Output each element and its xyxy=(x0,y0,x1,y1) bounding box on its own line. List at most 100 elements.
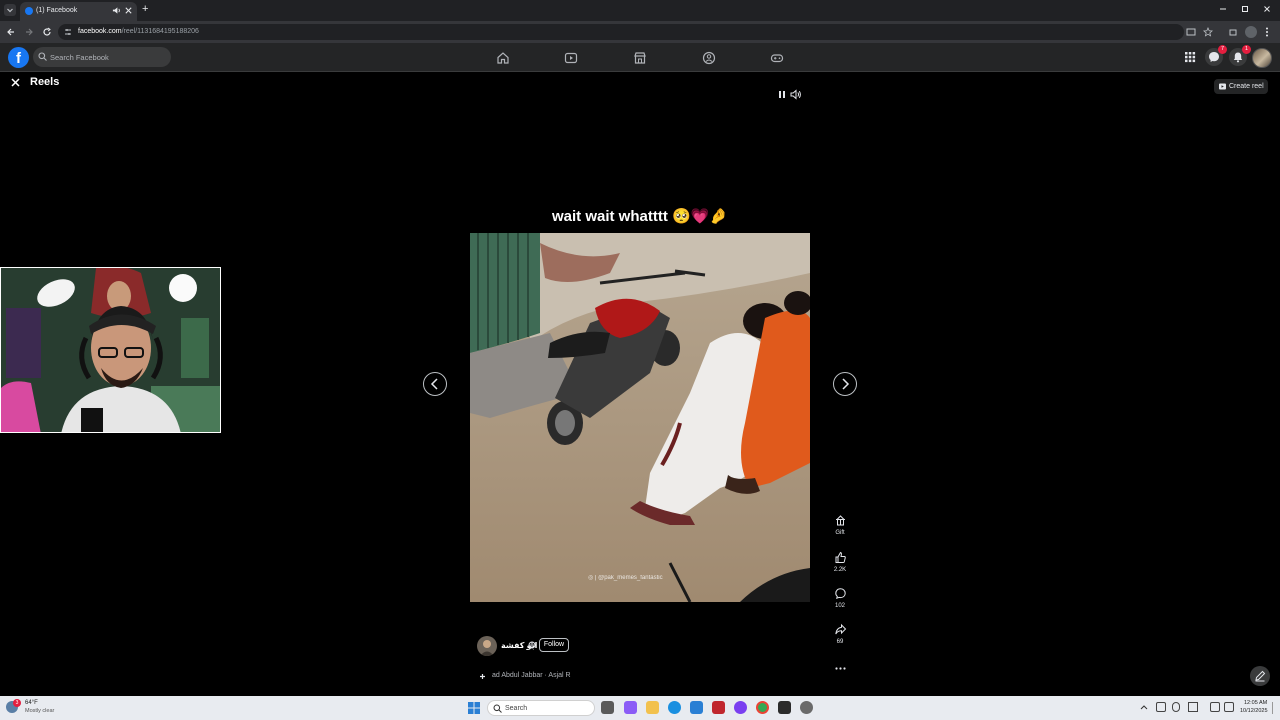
settings-icon[interactable] xyxy=(800,701,813,714)
create-reel-icon xyxy=(1218,82,1227,91)
copilot-icon[interactable] xyxy=(624,701,637,714)
tray-chevron-icon[interactable] xyxy=(1140,704,1148,710)
gift-button[interactable]: Gift xyxy=(828,514,852,536)
author-avatar[interactable] xyxy=(477,636,497,656)
search-icon xyxy=(493,704,502,713)
messenger-app-icon[interactable] xyxy=(734,701,747,714)
gift-icon xyxy=(835,515,845,526)
url-path: /reel/1131684195188206 xyxy=(121,28,199,35)
tab-close-icon[interactable] xyxy=(124,6,133,15)
menu-grid-icon[interactable] xyxy=(1184,51,1196,63)
store-icon[interactable] xyxy=(690,701,703,714)
file-explorer-icon[interactable] xyxy=(646,701,659,714)
like-icon xyxy=(835,551,846,563)
reel-caption: wait wait whatttt 🥺💗🤌 xyxy=(551,208,729,225)
app-icon[interactable] xyxy=(712,701,725,714)
search-placeholder: Search Facebook xyxy=(50,53,109,62)
new-tab-button[interactable]: + xyxy=(142,3,148,15)
taskbar-search-input[interactable]: Search xyxy=(487,700,595,716)
edge-icon[interactable] xyxy=(668,701,681,714)
video-watermark: ◎ | @pak_memes_fantastic xyxy=(588,575,663,581)
clock-date[interactable]: 10/12/2025 xyxy=(1240,708,1268,714)
chrome-icon[interactable] xyxy=(756,701,769,714)
compose-button[interactable] xyxy=(1250,666,1270,686)
facebook-favicon-icon xyxy=(25,7,33,15)
video-frame-illustration xyxy=(470,233,810,602)
messenger-icon[interactable]: 7 xyxy=(1205,45,1227,66)
volume-icon[interactable] xyxy=(790,89,802,100)
notifications-icon[interactable]: 1 xyxy=(1229,45,1251,66)
next-reel-button[interactable] xyxy=(833,372,857,396)
share-count: 69 xyxy=(836,639,844,645)
marketplace-icon[interactable] xyxy=(633,51,647,65)
reel-author: ابو كفشة Follow xyxy=(477,636,677,656)
like-button[interactable]: 2.2K xyxy=(828,551,852,573)
weather-desc: Mostly clear xyxy=(25,708,55,714)
tray-mic-icon[interactable] xyxy=(1172,702,1180,712)
browser-menu-icon[interactable] xyxy=(1265,27,1269,37)
comment-icon xyxy=(834,588,846,600)
edit-icon xyxy=(1255,670,1266,682)
close-reels-icon[interactable] xyxy=(10,77,21,88)
tab-audio-icon[interactable] xyxy=(112,6,121,15)
notifications-badge: 1 xyxy=(1242,45,1251,54)
weather-icon[interactable]: 3 xyxy=(6,699,21,713)
clock-time[interactable]: 12:05 AM xyxy=(1244,700,1267,706)
profile-avatar[interactable] xyxy=(1252,48,1272,68)
more-icon[interactable] xyxy=(835,666,846,671)
browser-address-bar: facebook.com/reel/1131684195188206 xyxy=(0,21,1280,43)
music-icon xyxy=(479,673,486,680)
page-title: Reels xyxy=(30,76,60,88)
share-icon xyxy=(834,623,846,635)
show-desktop-button[interactable] xyxy=(1272,702,1276,714)
url-host: facebook.com xyxy=(78,28,122,35)
forward-icon[interactable] xyxy=(24,27,34,37)
gaming-icon[interactable] xyxy=(770,51,784,65)
close-icon[interactable] xyxy=(1262,4,1272,14)
audio-track[interactable]: ad Abdul Jabbar · Asjal R xyxy=(492,672,571,679)
reload-icon[interactable] xyxy=(42,27,52,37)
cast-icon[interactable] xyxy=(1186,27,1196,37)
groups-icon[interactable] xyxy=(702,51,716,65)
comment-button[interactable]: 102 xyxy=(828,587,852,609)
browser-tab-bar: (1) Facebook + xyxy=(0,0,1280,21)
video-icon[interactable] xyxy=(564,51,578,65)
tab-search-button[interactable] xyxy=(4,4,16,16)
comment-count: 102 xyxy=(834,603,845,609)
back-icon[interactable] xyxy=(6,27,16,37)
gift-label: Gift xyxy=(835,530,845,536)
tray-volume-icon[interactable] xyxy=(1224,702,1234,712)
tray-display-icon[interactable] xyxy=(1188,702,1198,712)
chevron-left-icon xyxy=(430,378,438,390)
restore-icon[interactable] xyxy=(1240,4,1250,14)
tray-network-icon[interactable] xyxy=(1156,702,1166,712)
globe-icon xyxy=(528,641,536,649)
terminal-icon[interactable] xyxy=(778,701,791,714)
browser-profile-avatar[interactable] xyxy=(1245,26,1257,38)
reel-video[interactable]: ◎ | @pak_memes_fantastic xyxy=(470,233,810,602)
weather-badge: 3 xyxy=(13,699,21,707)
create-reel-button[interactable]: Create reel xyxy=(1214,79,1268,94)
extensions-icon[interactable] xyxy=(1228,27,1238,37)
windows-start-icon[interactable] xyxy=(468,702,480,714)
follow-button[interactable]: Follow xyxy=(539,638,569,652)
facebook-logo[interactable]: f xyxy=(8,47,29,68)
facebook-header: f Search Facebook 7 1 xyxy=(0,43,1280,72)
bookmark-star-icon[interactable] xyxy=(1203,27,1213,37)
share-button[interactable]: 69 xyxy=(828,623,852,645)
browser-tab[interactable]: (1) Facebook xyxy=(20,2,137,21)
minimize-icon[interactable] xyxy=(1218,4,1228,14)
chevron-right-icon xyxy=(842,378,850,390)
home-icon[interactable] xyxy=(496,51,510,65)
webcam-illustration xyxy=(1,268,220,432)
create-reel-label: Create reel xyxy=(1229,83,1264,90)
messenger-badge: 7 xyxy=(1218,45,1227,54)
url-field[interactable]: facebook.com/reel/1131684195188206 xyxy=(58,24,1213,40)
site-info-icon[interactable] xyxy=(64,28,72,36)
tray-wifi-icon[interactable] xyxy=(1210,702,1220,712)
pause-icon[interactable] xyxy=(778,90,786,99)
windows-taskbar: 3 64°F Mostly clear Search 12:05 AM 10/1… xyxy=(0,696,1280,720)
previous-reel-button[interactable] xyxy=(423,372,447,396)
search-input[interactable]: Search Facebook xyxy=(33,47,171,67)
task-view-icon[interactable] xyxy=(601,701,614,714)
